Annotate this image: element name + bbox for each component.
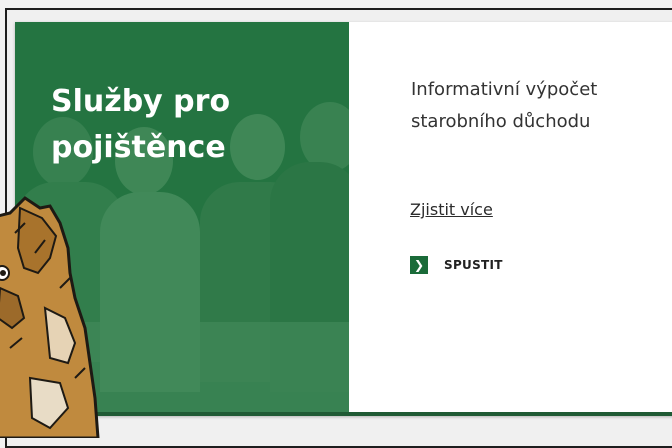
service-card: Služby pro pojištěnce Informativní výpoč…	[15, 22, 672, 416]
more-info-link[interactable]: Zjistit více	[410, 200, 493, 219]
dog-mascot-image	[0, 196, 100, 438]
launch-button[interactable]: ❯ SPUSTIT	[410, 256, 503, 274]
launch-label: SPUSTIT	[444, 258, 503, 272]
chevron-right-icon: ❯	[410, 256, 428, 274]
hero-title: Služby pro pojištěnce	[51, 84, 231, 165]
card-content: Informativní výpočet starobního důchodu …	[349, 22, 672, 412]
card-subtitle: Informativní výpočet starobního důchodu	[411, 79, 598, 132]
